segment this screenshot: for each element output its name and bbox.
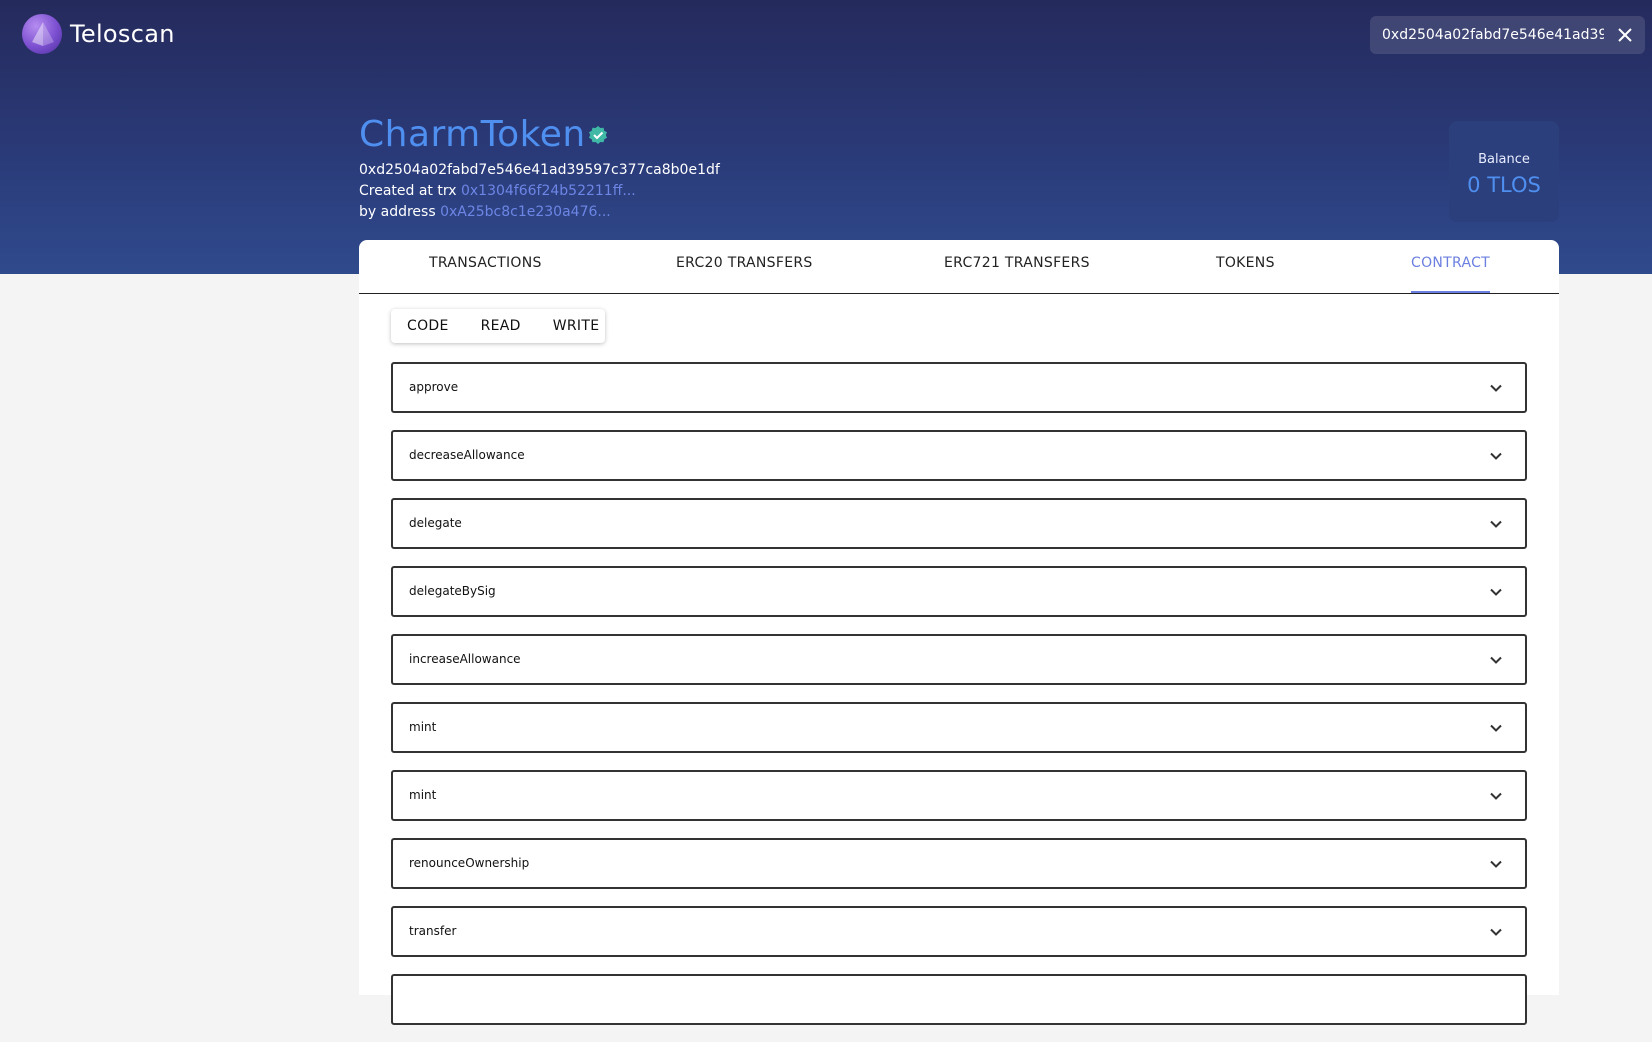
created-at-line: Created at trx 0x1304f66f24b52211ff... [359, 183, 636, 199]
chevron-down-icon [1489, 380, 1503, 399]
function-name: increaseAllowance [409, 652, 521, 666]
function-name: renounceOwnership [409, 856, 530, 870]
balance-card: Balance 0 TLOS [1449, 121, 1559, 222]
chevron-down-icon [1489, 584, 1503, 603]
function-item[interactable]: mint [391, 702, 1527, 753]
chevron-down-icon [1489, 788, 1503, 807]
contract-panel: CODE READ WRITE approve decreaseAllowanc… [359, 294, 1559, 1025]
creation-trx-link[interactable]: 0x1304f66f24b52211ff... [461, 183, 636, 199]
chevron-down-icon [1489, 720, 1503, 739]
function-item[interactable]: delegate [391, 498, 1527, 549]
chevron-down-icon [1489, 856, 1503, 875]
function-name: decreaseAllowance [409, 448, 525, 462]
creator-label: by address [359, 204, 436, 220]
function-name: mint [409, 720, 437, 734]
function-item[interactable]: mint [391, 770, 1527, 821]
function-name: mint [409, 788, 437, 802]
account-tabs: TRANSACTIONS ERC20 TRANSFERS ERC721 TRAN… [359, 240, 1559, 294]
function-item[interactable]: transfer [391, 906, 1527, 957]
balance-label: Balance [1478, 152, 1530, 167]
function-name: delegateBySig [409, 584, 496, 598]
function-item[interactable]: decreaseAllowance [391, 430, 1527, 481]
chevron-down-icon [1489, 516, 1503, 535]
created-at-label: Created at trx [359, 183, 457, 199]
tab-erc721-transfers[interactable]: ERC721 TRANSFERS [944, 240, 1090, 293]
chevron-down-icon [1489, 652, 1503, 671]
contract-subtabs: CODE READ WRITE [391, 309, 605, 343]
function-name: approve [409, 380, 459, 394]
token-title: CharmToken [359, 114, 608, 155]
tab-tokens[interactable]: TOKENS [1216, 240, 1275, 293]
subtab-read[interactable]: READ [465, 318, 537, 334]
tab-transactions[interactable]: TRANSACTIONS [429, 240, 542, 293]
app-logo[interactable]: Teloscan [22, 14, 175, 54]
creator-address-link[interactable]: 0xA25bc8c1e230a476... [440, 204, 611, 220]
function-item[interactable] [391, 974, 1527, 1025]
tab-erc20-transfers[interactable]: ERC20 TRANSFERS [676, 240, 813, 293]
tab-contract[interactable]: CONTRACT [1411, 240, 1491, 293]
function-item[interactable]: delegateBySig [391, 566, 1527, 617]
search-input[interactable]: 0xd2504a02fabd7e546e41ad39597c377ca8b0e1… [1382, 27, 1604, 43]
function-item[interactable]: renounceOwnership [391, 838, 1527, 889]
function-item[interactable]: increaseAllowance [391, 634, 1527, 685]
chevron-down-icon [1489, 924, 1503, 943]
function-name: delegate [409, 516, 462, 530]
write-function-list: approve decreaseAllowance delegate deleg… [391, 362, 1527, 1042]
subtab-code[interactable]: CODE [391, 318, 465, 334]
token-address: 0xd2504a02fabd7e546e41ad39597c377ca8b0e1… [359, 162, 720, 178]
token-name: CharmToken [359, 114, 586, 155]
telos-logo-icon [22, 14, 62, 54]
close-icon[interactable] [1615, 25, 1635, 45]
chevron-down-icon [1489, 448, 1503, 467]
function-name: transfer [409, 924, 457, 938]
balance-value: 0 TLOS [1467, 173, 1541, 197]
creator-line: by address 0xA25bc8c1e230a476... [359, 204, 611, 220]
subtab-write[interactable]: WRITE [537, 318, 616, 334]
search-field[interactable]: 0xd2504a02fabd7e546e41ad39597c377ca8b0e1… [1370, 16, 1645, 54]
app-name: Teloscan [70, 20, 175, 48]
function-item[interactable]: approve [391, 362, 1527, 413]
verified-check-icon [588, 125, 608, 149]
